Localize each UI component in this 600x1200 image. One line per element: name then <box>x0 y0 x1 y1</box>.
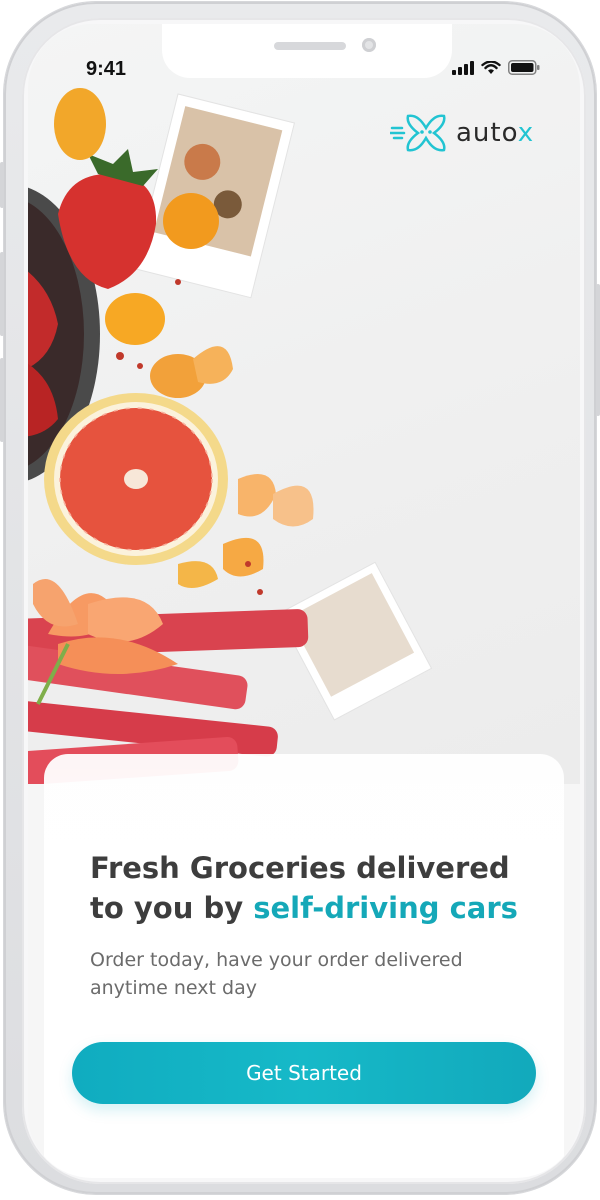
app-screen: 9:41 autox Fresh Groceries delivered to … <box>28 24 580 1178</box>
wifi-icon <box>481 60 501 74</box>
intro-card: Fresh Groceries delivered to you by self… <box>44 754 564 1178</box>
battery-icon <box>508 60 540 75</box>
orange-peel <box>178 561 218 588</box>
orange-peel <box>273 485 314 527</box>
status-time: 9:41 <box>86 58 127 80</box>
orange-peel <box>238 474 276 517</box>
headline: Fresh Groceries delivered to you by self… <box>90 848 530 928</box>
volume-down-button <box>0 358 4 442</box>
get-started-button[interactable]: Get Started <box>72 1042 536 1104</box>
logo-x-letter: x <box>517 118 535 148</box>
side-button <box>0 162 4 208</box>
logo-wordmark: autox <box>456 118 534 148</box>
autox-logo: autox <box>390 110 534 156</box>
orange <box>163 193 219 249</box>
headline-accent: self-driving cars <box>253 891 518 925</box>
status-icons <box>452 60 540 75</box>
front-camera <box>362 38 376 52</box>
phone-notch <box>162 24 452 78</box>
volume-up-button <box>0 252 4 336</box>
kumquat <box>54 88 106 160</box>
power-button <box>596 284 600 416</box>
orange-peel <box>193 346 233 384</box>
logo-word: auto <box>456 118 518 148</box>
autox-logo-icon <box>390 114 446 152</box>
orange-slice <box>105 293 165 345</box>
signal-icon <box>452 60 474 75</box>
speaker-grille <box>274 42 346 50</box>
grapefruit-half <box>44 393 228 565</box>
polaroid-photo <box>133 93 296 299</box>
phone-frame: 9:41 autox Fresh Groceries delivered to … <box>0 2 600 1194</box>
subtext: Order today, have your order delivered a… <box>90 949 463 999</box>
orange-peel <box>223 537 264 577</box>
